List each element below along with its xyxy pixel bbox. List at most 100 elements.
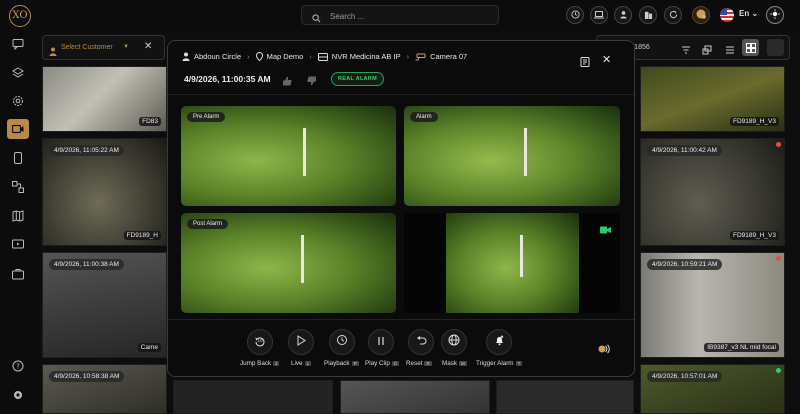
camera-name: Came xyxy=(137,343,161,352)
account-button[interactable] xyxy=(692,6,710,24)
breadcrumb-map[interactable]: Map Demo xyxy=(267,52,304,61)
timestamp: 4/9/2026, 10:57:01 AM xyxy=(647,371,723,382)
camera-name: FD9189_H_V3 xyxy=(730,231,779,240)
panel-label: Pre Alarm xyxy=(187,112,226,122)
camera-tile[interactable]: FD83 xyxy=(42,66,167,132)
camera-tile[interactable]: 4/9/2026, 10:57:01 AM xyxy=(640,364,785,414)
mask-button[interactable] xyxy=(441,329,467,355)
notes-icon[interactable] xyxy=(580,54,590,72)
user-icon xyxy=(182,52,190,61)
alarm-dot xyxy=(776,142,781,147)
breadcrumb-camera[interactable]: Camera 07 xyxy=(430,52,467,61)
camera-tile[interactable]: 4/9/2026, 10:58:38 AM xyxy=(42,364,167,414)
sidebar: ? xyxy=(0,30,36,414)
pole-marker xyxy=(524,128,527,176)
trigger-alarm-label: Trigger Alarm T xyxy=(476,360,523,367)
breadcrumb-nvr[interactable]: NVR Medicina AB IP xyxy=(332,52,401,61)
layers-icon[interactable] xyxy=(10,65,26,81)
video-camera-icon[interactable] xyxy=(7,119,29,139)
network-icon[interactable] xyxy=(10,179,26,195)
refresh-button[interactable] xyxy=(664,6,682,24)
language-selector[interactable]: En ⌄ xyxy=(739,9,758,18)
history-button[interactable] xyxy=(566,6,584,24)
top-bar: XO En ⌄ xyxy=(0,0,800,30)
pole-marker xyxy=(520,235,523,277)
playback-label: Playback P xyxy=(324,360,359,367)
camera-tile[interactable] xyxy=(340,380,490,414)
live-feed xyxy=(446,213,579,313)
search-box[interactable] xyxy=(301,5,499,25)
chat-icon[interactable] xyxy=(10,36,26,52)
panel-label: Post Alarm xyxy=(187,219,229,229)
playback-button[interactable] xyxy=(329,329,355,355)
customer-select-label: Select Customer xyxy=(61,44,113,51)
sun-icon xyxy=(770,6,780,24)
help-icon[interactable]: ? xyxy=(10,358,26,374)
us-flag-icon[interactable] xyxy=(720,8,734,22)
nvr-icon xyxy=(317,52,328,61)
camera-name: FD83 xyxy=(139,117,161,126)
camera-tile[interactable]: 4/9/2026, 11:05:22 AM FD9189_H xyxy=(42,138,167,246)
briefcase-icon[interactable] xyxy=(10,266,26,282)
thumbs-up-icon[interactable] xyxy=(282,73,292,91)
live-label: Live L xyxy=(291,360,312,367)
chevron-right-icon: › xyxy=(406,52,410,61)
chevron-right-icon: › xyxy=(309,52,312,61)
globe-icon xyxy=(448,333,460,351)
status-badge: REAL ALARM xyxy=(331,72,385,86)
breadcrumb: Abdoun Circle › Map Demo › NVR Medicina … xyxy=(182,52,467,61)
chevron-right-icon: › xyxy=(247,52,250,61)
camera-tile[interactable]: 4/9/2026, 11:00:42 AM FD9189_H_V3 xyxy=(640,138,785,246)
alarm-dot xyxy=(776,256,781,261)
divider xyxy=(168,94,634,95)
pause-icon xyxy=(377,333,385,351)
breadcrumb-site[interactable]: Abdoun Circle xyxy=(194,52,241,61)
live-panel[interactable] xyxy=(404,213,620,313)
map-icon[interactable] xyxy=(10,208,26,224)
jump-back-button[interactable]: 10 xyxy=(247,329,273,355)
settings-icon[interactable] xyxy=(10,93,26,109)
live-dot xyxy=(776,368,781,373)
live-camera-icon xyxy=(600,221,611,239)
theme-toggle[interactable] xyxy=(766,6,784,24)
sort-icon[interactable] xyxy=(702,42,712,60)
camera-tile[interactable]: 4/9/2026, 11:00:38 AM Came xyxy=(42,252,167,358)
filter-icon[interactable] xyxy=(681,42,691,60)
timestamp: 4/9/2026, 10:59:21 AM xyxy=(647,259,723,270)
chevron-down-icon: ▼ xyxy=(123,44,129,50)
live-button[interactable] xyxy=(288,329,314,355)
layout-button[interactable] xyxy=(767,39,784,56)
panel-label: Alarm xyxy=(410,112,438,122)
refresh-icon xyxy=(669,6,678,24)
rewind-icon: 10 xyxy=(253,335,267,349)
clear-customer-button[interactable]: ✕ xyxy=(144,41,152,52)
camera-tile[interactable]: FD9189_H_V3 xyxy=(640,66,785,132)
camera-tile[interactable] xyxy=(173,380,333,414)
pre-alarm-panel[interactable]: Pre Alarm xyxy=(181,106,396,206)
app-logo[interactable]: XO xyxy=(9,5,31,27)
user-button[interactable] xyxy=(614,6,632,24)
buildings-button[interactable] xyxy=(639,6,657,24)
camera-tile[interactable]: 4/9/2026, 10:59:21 AM IB9387_v3 NL mid f… xyxy=(640,252,785,358)
mobile-icon[interactable] xyxy=(10,150,26,166)
camera-tile[interactable] xyxy=(496,380,634,414)
grid-view-button[interactable] xyxy=(742,39,759,56)
mask-label: Mask M xyxy=(442,360,467,367)
alarm-panel[interactable]: Alarm xyxy=(404,106,620,206)
laptop-icon xyxy=(594,6,604,24)
list-view-icon[interactable] xyxy=(725,42,735,60)
monitor-play-icon[interactable] xyxy=(10,237,26,253)
close-icon[interactable]: ✕ xyxy=(602,53,611,66)
gear-icon[interactable] xyxy=(10,387,26,403)
trigger-alarm-button[interactable] xyxy=(486,329,512,355)
grid-icon xyxy=(745,42,756,53)
thumbs-down-icon[interactable] xyxy=(307,73,317,91)
avatar-icon xyxy=(696,6,706,24)
audio-icon[interactable] xyxy=(598,341,610,359)
devices-button[interactable] xyxy=(590,6,608,24)
customer-select[interactable]: Select Customer ▼ ✕ xyxy=(42,35,165,60)
post-alarm-panel[interactable]: Post Alarm xyxy=(181,213,396,313)
play-clip-button[interactable] xyxy=(368,329,394,355)
reset-button[interactable] xyxy=(408,329,434,355)
search-input[interactable] xyxy=(328,7,492,25)
